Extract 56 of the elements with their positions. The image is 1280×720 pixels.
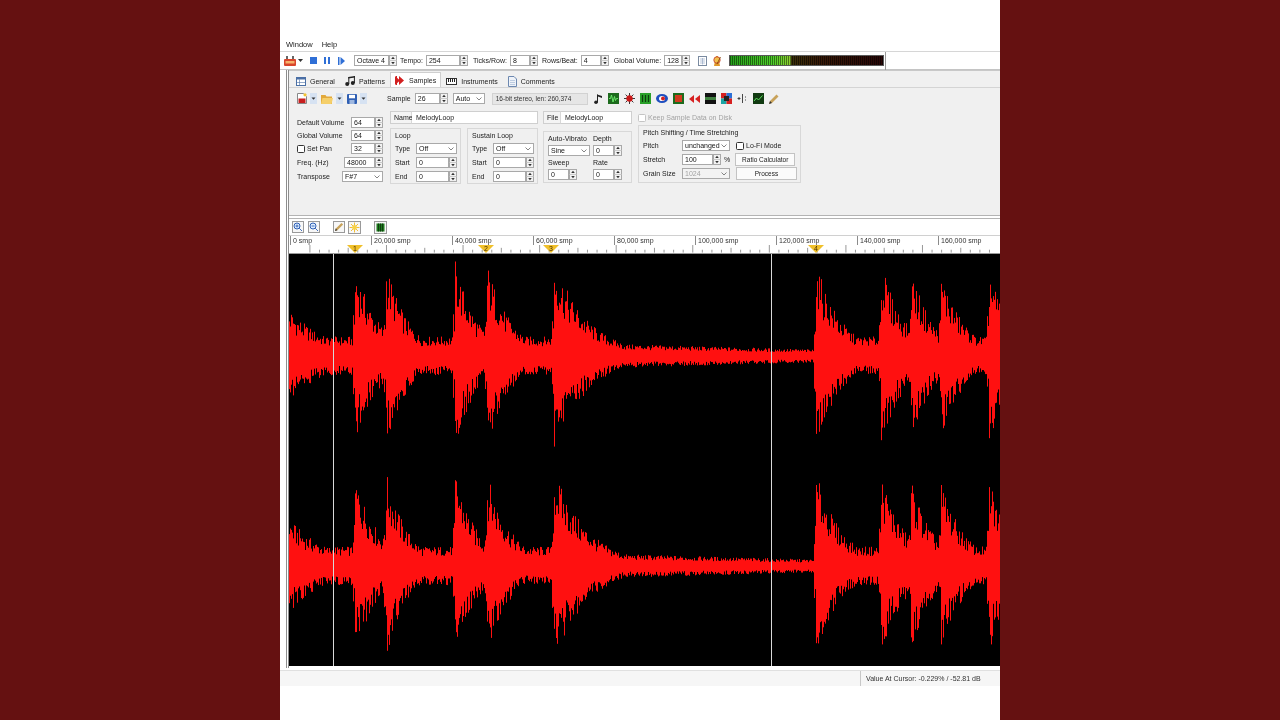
spin-button[interactable] <box>459 55 468 66</box>
sun-icon[interactable] <box>348 220 361 234</box>
spin-button[interactable] <box>375 157 383 168</box>
square-tile-icon[interactable] <box>672 93 684 104</box>
bars-tile-icon[interactable] <box>374 220 387 234</box>
device-icon[interactable] <box>284 55 296 66</box>
rewind-icon[interactable] <box>688 94 700 103</box>
save-icon[interactable] <box>347 93 357 104</box>
metronome-icon[interactable] <box>712 55 723 66</box>
sheet-icon[interactable] <box>698 55 708 66</box>
table-icon[interactable] <box>296 76 306 86</box>
spin-button[interactable] <box>600 55 609 66</box>
checkbox[interactable] <box>297 144 305 153</box>
chevron-icon[interactable] <box>448 146 454 151</box>
checkbox[interactable] <box>736 141 744 150</box>
pause-icon[interactable] <box>324 57 330 64</box>
note-icon[interactable] <box>344 76 355 86</box>
split-icon[interactable] <box>736 94 748 103</box>
spin-button[interactable] <box>389 55 397 66</box>
bars-tile-icon[interactable] <box>639 93 651 104</box>
document-icon[interactable] <box>507 75 517 87</box>
spin-button[interactable] <box>682 55 691 66</box>
spin-button[interactable] <box>529 55 538 66</box>
play-icon[interactable] <box>338 56 345 65</box>
spin-button[interactable] <box>614 145 622 156</box>
spin-button[interactable] <box>614 169 622 180</box>
spin-button[interactable] <box>449 171 457 182</box>
pencil-icon[interactable] <box>333 221 345 233</box>
chevron-icon[interactable] <box>475 96 482 101</box>
spin-button[interactable] <box>569 169 577 180</box>
note-icon[interactable] <box>593 93 603 104</box>
spin-button[interactable] <box>375 143 383 154</box>
spin-button[interactable] <box>526 157 534 168</box>
chevron-icon[interactable] <box>721 143 727 148</box>
stripes-tile-icon[interactable] <box>704 93 716 104</box>
spin-button[interactable] <box>713 154 721 165</box>
spin-button[interactable] <box>449 157 457 168</box>
mosaic-icon[interactable] <box>720 93 732 104</box>
spin-button[interactable] <box>439 93 448 104</box>
pencil-icon[interactable] <box>768 93 779 104</box>
spin-button[interactable] <box>375 130 383 141</box>
chevron-icon[interactable] <box>374 174 380 179</box>
caret-icon[interactable] <box>298 59 303 62</box>
waveform-tile-icon[interactable] <box>607 93 619 104</box>
chevrons-icon[interactable] <box>395 75 405 85</box>
burst-icon[interactable] <box>623 93 635 104</box>
zoom-in-icon[interactable] <box>292 221 304 233</box>
zoom-out-icon[interactable] <box>308 221 320 233</box>
chevron-icon[interactable] <box>581 148 587 153</box>
keyboard-icon[interactable] <box>446 77 458 85</box>
new-file-icon[interactable] <box>297 93 307 104</box>
ring-icon[interactable] <box>655 94 668 103</box>
graph-icon[interactable] <box>752 93 764 104</box>
spin-button[interactable] <box>375 117 383 128</box>
chevron-icon[interactable] <box>525 146 531 151</box>
spin-button[interactable] <box>526 171 534 182</box>
